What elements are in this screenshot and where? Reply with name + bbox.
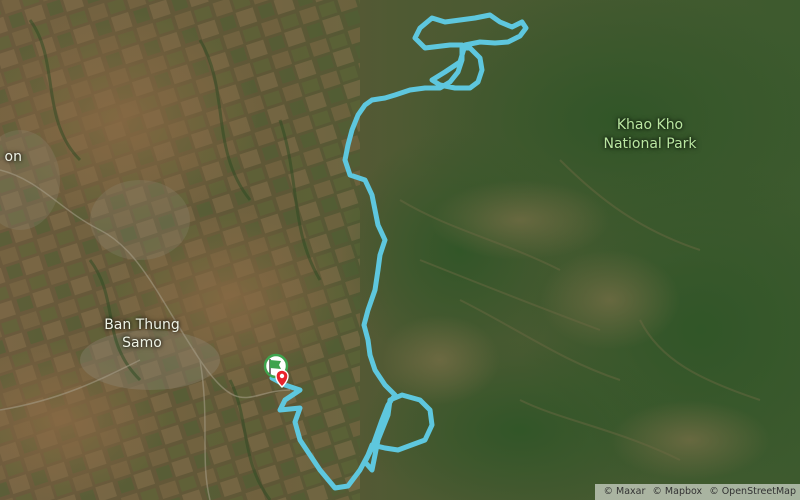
start-end-flag-marker[interactable] — [262, 352, 292, 388]
village-label: Ban Thung Samo — [96, 316, 188, 352]
map-view[interactable]: Khao Kho National Park Ban Thung Samo on… — [0, 0, 800, 500]
attribution-osm-link[interactable]: © OpenStreetMap — [709, 486, 796, 497]
attribution-mapbox-link[interactable]: © Mapbox — [652, 486, 702, 497]
map-attribution: © Maxar © Mapbox © OpenStreetMap — [595, 484, 800, 500]
partial-place-label: on — [4, 149, 22, 165]
village-label-line2: Samo — [122, 335, 162, 351]
satellite-imagery — [0, 0, 800, 500]
attribution-maxar-link[interactable]: © Maxar — [603, 486, 645, 497]
village-label-line1: Ban Thung — [104, 317, 180, 333]
park-label: Khao Kho National Park — [588, 116, 712, 154]
park-label-line1: Khao Kho — [616, 117, 684, 133]
park-label-line2: National Park — [603, 136, 697, 152]
